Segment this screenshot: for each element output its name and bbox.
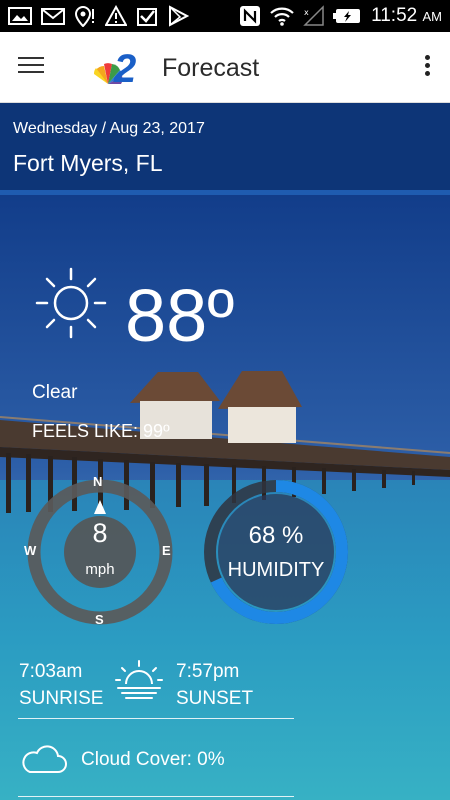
- wind-direction-arrow-icon: [94, 500, 106, 514]
- humidity-label: HUMIDITY: [227, 559, 325, 581]
- condition-label: Clear: [32, 382, 78, 403]
- wind-speed: 8: [92, 518, 108, 548]
- compass-north: N: [93, 474, 103, 489]
- sunset-time: 7:57pm: [176, 661, 240, 682]
- header-divider: [0, 190, 450, 195]
- compass-west: W: [24, 543, 37, 558]
- svg-text:x: x: [304, 8, 309, 17]
- section-divider: [18, 718, 294, 719]
- wind-gauge: [27, 479, 173, 625]
- wind-unit: mph: [85, 561, 115, 578]
- overflow-menu-button[interactable]: [418, 52, 436, 82]
- cloud-cover-label: Cloud Cover: 0%: [81, 749, 225, 770]
- battery-icon: [333, 9, 361, 23]
- nfc-icon: [240, 6, 261, 26]
- nbc2-logo: 2: [93, 47, 136, 88]
- location-alert-icon: [74, 5, 94, 27]
- compass-east: E: [162, 543, 171, 558]
- sun-icon: [35, 267, 107, 339]
- gallery-icon: [8, 7, 32, 25]
- date-label: Wednesday / Aug 23, 2017: [13, 120, 205, 137]
- check-app-icon: [137, 8, 157, 26]
- status-bar: x 11:52 AM: [0, 0, 450, 32]
- wifi-icon: [270, 7, 294, 26]
- warning-icon: [105, 5, 127, 26]
- status-time: 11:52 AM: [371, 5, 442, 26]
- humidity-gauge: [204, 480, 348, 624]
- humidity-value: 68 %: [248, 522, 304, 549]
- current-temperature: 88º: [125, 274, 235, 357]
- sunrise-label: SUNRISE: [19, 688, 104, 709]
- compass-south: S: [95, 612, 104, 627]
- city-label[interactable]: Fort Myers, FL: [13, 150, 163, 177]
- svg-text:2: 2: [113, 47, 136, 88]
- sunset-icon: [115, 660, 163, 699]
- section-divider-bottom: [18, 796, 294, 797]
- hamburger-menu-button[interactable]: [18, 52, 52, 82]
- sunrise-time: 7:03am: [19, 661, 83, 682]
- play-store-icon: [169, 5, 189, 27]
- page-title: Forecast: [162, 54, 260, 82]
- cloud-icon: [22, 745, 67, 773]
- gmail-icon: [41, 8, 65, 25]
- feels-like-label: FEELS LIKE: 99º: [32, 421, 170, 441]
- app-bar: 2 Forecast: [0, 32, 450, 103]
- signal-icon: x: [303, 5, 324, 26]
- location-header: Wednesday / Aug 23, 2017 Fort Myers, FL: [0, 103, 450, 190]
- sunset-label: SUNSET: [176, 688, 254, 709]
